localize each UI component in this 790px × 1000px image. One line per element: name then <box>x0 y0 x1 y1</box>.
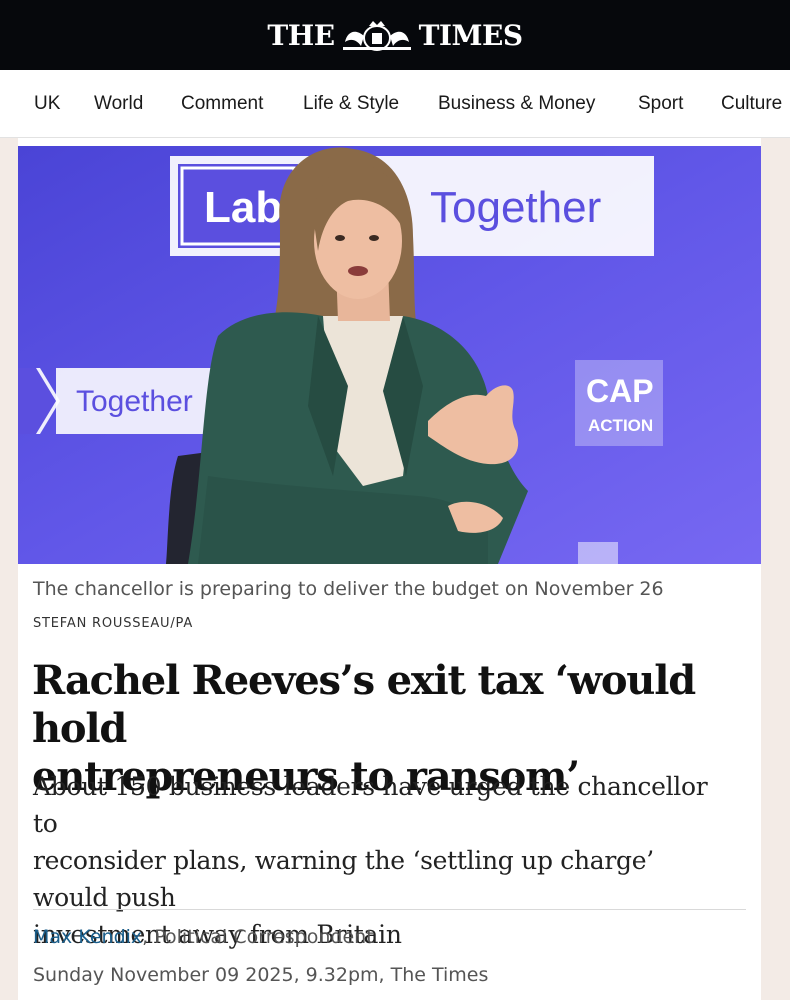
standfirst-line-2: reconsider plans, warning the ‘settling … <box>33 846 654 912</box>
author-role: , Political Correspondent <box>142 926 374 948</box>
masthead: THE TIMES <box>0 0 790 70</box>
headline-line-1: Rachel Reeves’s exit tax ‘would hold <box>32 657 696 752</box>
nav-item-world[interactable]: World <box>94 70 143 137</box>
cap-sign-text: CAP <box>586 373 654 409</box>
cap-action-text: ACTION <box>588 416 653 435</box>
standfirst-line-1: About 150 business leaders have urged th… <box>33 772 708 838</box>
logo-word-the: THE <box>267 18 335 52</box>
nav-item-business-money[interactable]: Business & Money <box>438 70 595 137</box>
nav-item-sport[interactable]: Sport <box>638 70 683 137</box>
nav-item-culture[interactable]: Culture <box>721 70 782 137</box>
nav-item-comment[interactable]: Comment <box>181 70 263 137</box>
lead-photo-illustration: Lab Together Together CAP ACTION <box>18 146 761 564</box>
lead-photo[interactable]: Lab Together Together CAP ACTION <box>18 146 761 564</box>
dateline: Sunday November 09 2025, 9.32pm, The Tim… <box>33 964 489 986</box>
article: Lab Together Together CAP ACTION The cha… <box>18 138 761 1000</box>
times-logo[interactable]: THE TIMES <box>267 18 524 52</box>
photo-caption: The chancellor is preparing to deliver t… <box>33 578 664 600</box>
royal-crest-icon <box>342 21 411 51</box>
photo-credit: STEFAN ROUSSEAU/PA <box>33 616 194 631</box>
banner-top-right-text: Together <box>430 183 601 232</box>
logo-word-times: TIMES <box>418 18 524 52</box>
banner-left-text: Together <box>76 385 193 418</box>
nav-item-life-style[interactable]: Life & Style <box>303 70 399 137</box>
author-link[interactable]: Max Kendix <box>33 926 142 948</box>
banner-top-left-text: Lab <box>204 183 282 232</box>
nav-item-uk[interactable]: UK <box>34 70 60 137</box>
byline: Max Kendix, Political Correspondent <box>33 926 374 948</box>
byline-divider <box>33 909 746 910</box>
section-nav: UK World Comment Life & Style Business &… <box>0 70 790 138</box>
cap-action-sign: CAP ACTION <box>575 360 663 446</box>
